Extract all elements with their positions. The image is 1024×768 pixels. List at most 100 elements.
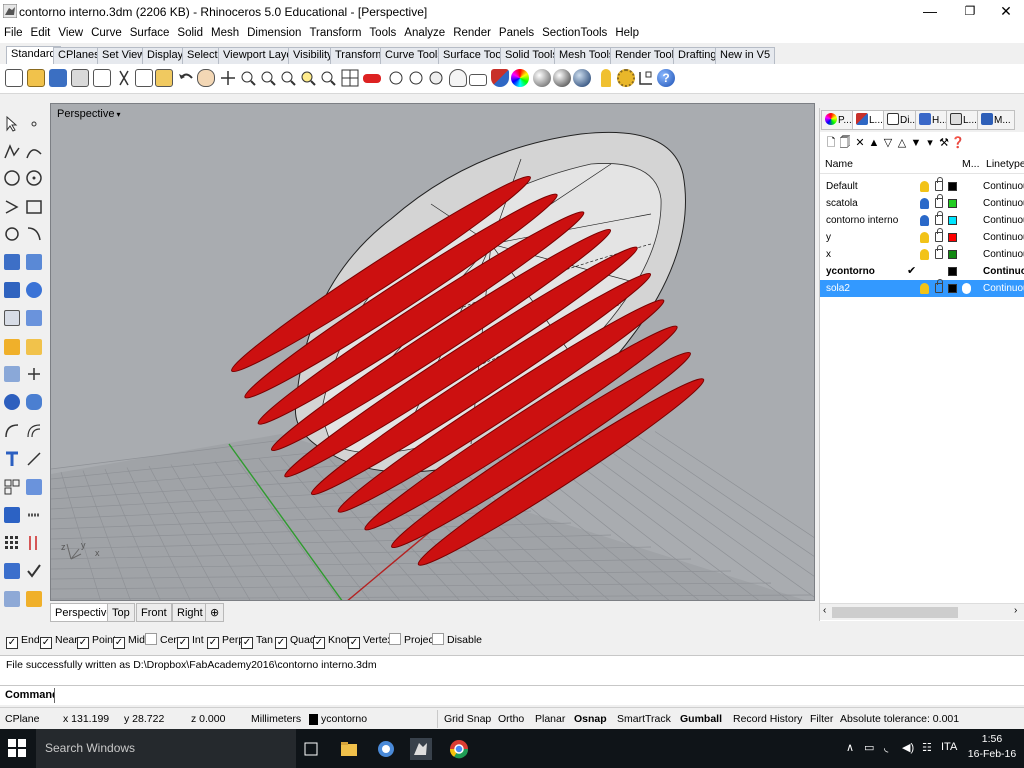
osnap-knot[interactable]: ✓ Knot [313,633,350,649]
render-sphere-icon[interactable] [532,68,552,90]
menu-edit[interactable]: Edit [27,23,55,43]
array-icon[interactable] [2,477,22,497]
layer-material-icon[interactable] [962,283,971,294]
viewport-menu-chevron-icon[interactable]: ▾ [116,107,120,123]
tray-language[interactable]: ITA [941,741,957,753]
panel-horizontal-scrollbar[interactable]: ‹ › [820,603,1024,620]
tab-new-in-v5[interactable]: New in V5 [715,47,776,64]
analyze-icon[interactable] [2,505,22,525]
viewport-title[interactable]: Perspective ▾ [54,106,124,122]
layer-color-swatch[interactable] [948,199,957,208]
pan-hand-icon[interactable] [196,68,216,90]
tray-battery-icon[interactable]: ▭ [864,741,874,754]
layer-lock-icon[interactable] [935,211,943,225]
layer-row[interactable]: contorno interno Continuous [820,211,1024,229]
column-material[interactable]: M... [962,158,980,170]
zoom-extents-icon[interactable] [278,68,298,90]
layer-linetype[interactable]: Continuous [983,212,1024,229]
layer-name[interactable]: scatola [826,195,858,212]
rotate-view-icon[interactable] [218,68,238,90]
osnap-checkbox[interactable]: ✓ [113,637,125,649]
panel-tab-layouts[interactable]: L... [946,110,981,130]
text-icon[interactable] [2,449,22,469]
open-file-icon[interactable] [26,68,46,90]
osnap-checkbox[interactable]: ✓ [6,637,18,649]
osnap-int[interactable]: ✓ Int [177,633,204,649]
shaded-sphere-icon[interactable] [552,68,572,90]
layer-color-swatch[interactable] [948,182,957,191]
layer-visibility-bulb-icon[interactable] [920,181,929,192]
tray-chevron-icon[interactable]: ∧ [846,741,854,754]
layer-name[interactable]: Default [826,178,858,195]
osnap-checkbox[interactable]: ✓ [207,637,219,649]
layer-color-swatch[interactable] [948,233,957,242]
layer-color-swatch[interactable] [948,250,957,259]
circle-icon[interactable] [2,168,22,188]
viewport-tab-right[interactable]: Right [172,603,208,622]
explode-icon[interactable] [24,337,44,357]
panel-tab-materials[interactable]: M... [977,110,1015,130]
taskbar-search[interactable]: Search Windows [36,729,296,768]
perspective-viewport[interactable]: z y x Perspective ▾ [50,103,815,601]
point-icon[interactable] [24,114,44,134]
osnap-vertex[interactable]: ✓ Vertex [348,633,393,649]
zoom-selected-icon[interactable] [298,68,318,90]
delete-layer-icon[interactable]: ✕ [853,136,867,150]
windows-start-icon[interactable] [8,739,26,757]
rhino-taskbar-icon[interactable] [410,738,432,760]
select-arrow-icon[interactable] [2,114,22,134]
layer-linetype[interactable]: Continuous [983,280,1024,297]
task-view-icon[interactable] [300,738,322,760]
layer-row[interactable]: scatola Continuous [820,194,1024,212]
arc-icon[interactable] [2,197,22,217]
layer-visibility-bulb-icon[interactable] [920,198,929,209]
scroll-thumb[interactable] [832,607,958,618]
rendered-sphere-icon[interactable] [572,68,592,90]
osnap-tan[interactable]: ✓ Tan [241,633,273,649]
menu-file[interactable]: File [0,23,27,43]
layer-name[interactable]: y [826,229,831,246]
osnap-end[interactable]: ✓ End [6,633,40,649]
layer-row[interactable]: ycontorno ✔ Continuous [820,263,1024,280]
osnap-checkbox[interactable]: ✓ [77,637,89,649]
layer-name[interactable]: contorno interno [826,212,898,229]
named-view-car-icon[interactable] [362,68,382,90]
surface-from-points-icon[interactable] [2,252,22,272]
flow-icon[interactable] [2,561,22,581]
osnap-checkbox[interactable]: ✓ [348,637,360,649]
grid-icon[interactable] [426,68,446,90]
layer-lock-icon[interactable] [935,228,943,242]
menu-tools[interactable]: Tools [365,23,400,43]
menu-curve[interactable]: Curve [87,23,126,43]
column-linetype[interactable]: Linetype [986,158,1024,170]
status-layer[interactable]: ycontorno [321,712,367,726]
menu-transform[interactable]: Transform [305,23,365,43]
move-down-icon[interactable]: ▽ [881,136,895,150]
box-solid-icon[interactable] [2,280,22,300]
chrome-icon[interactable] [448,738,470,760]
osnap-checkbox[interactable]: ✓ [275,637,287,649]
layer-visibility-bulb-icon[interactable] [920,249,929,260]
menu-view[interactable]: View [54,23,87,43]
app-globe-icon[interactable] [375,738,397,760]
layer-linetype[interactable]: Continuous [983,263,1024,280]
layer-row[interactable]: Default Continuous [820,177,1024,195]
osnap-checkbox[interactable]: ✓ [241,637,253,649]
panel-tab-properties[interactable]: P... [821,110,856,130]
grid-snap-toggle[interactable]: Grid Snap [444,712,491,726]
layer-lock-icon[interactable] [935,177,943,191]
polygon-icon[interactable] [2,224,22,244]
osnap-checkbox[interactable]: ✓ [177,637,189,649]
offset-icon[interactable] [2,421,22,441]
layer-name[interactable]: x [826,246,831,263]
osnap-checkbox[interactable] [145,633,157,645]
osnap-cen[interactable]: Cen [145,633,179,647]
record-history-toggle[interactable]: Record History [733,712,802,726]
save-icon[interactable] [48,68,68,90]
mesh-icon[interactable] [24,308,44,328]
polyline-icon[interactable] [2,142,22,162]
command-input[interactable] [54,688,1004,703]
layer-lock-icon[interactable] [935,194,943,208]
layer-name[interactable]: ycontorno [826,263,875,280]
move-parent-icon[interactable]: △ [895,136,909,150]
